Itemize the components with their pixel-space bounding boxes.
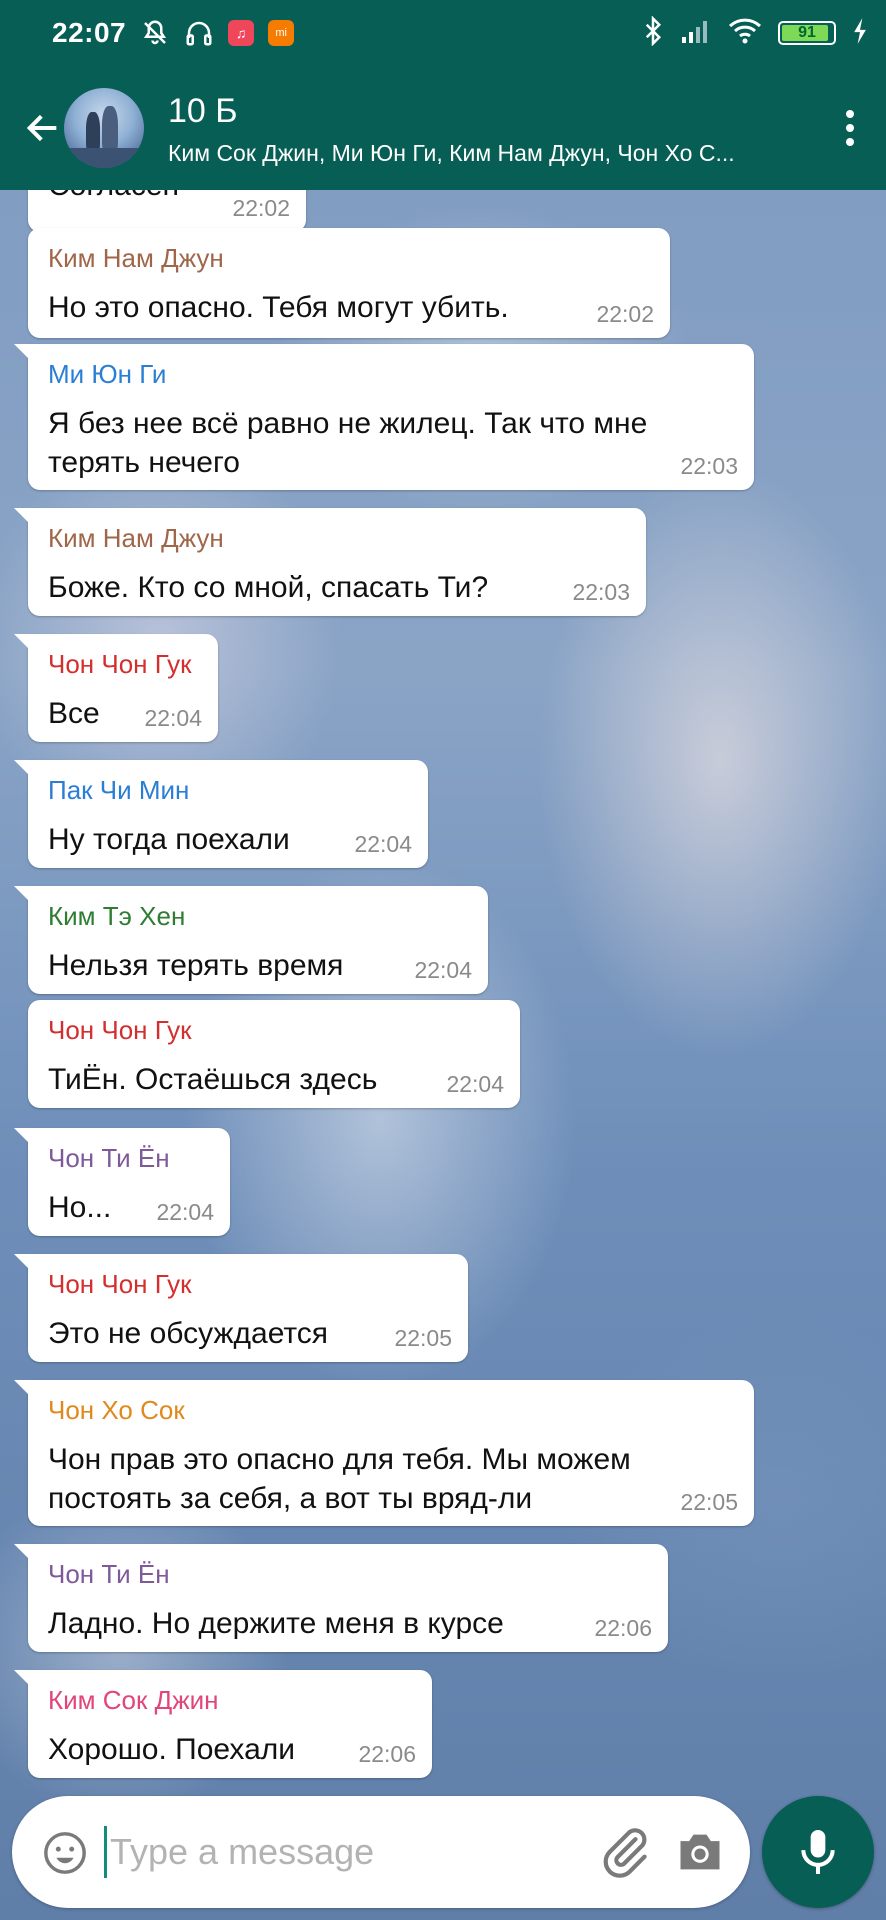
message-bubble[interactable]: Чон Чон Гук ТиЁн. Остаёшься здесь 22:04 — [28, 1000, 520, 1108]
message-bubble[interactable]: Ким Тэ Хен Нельзя терять время 22:04 — [14, 886, 488, 994]
group-avatar[interactable] — [64, 88, 144, 168]
headphones-icon — [184, 18, 214, 48]
voice-message-button[interactable] — [762, 1796, 874, 1908]
message-time: 22:04 — [446, 1071, 504, 1097]
message-time: 22:04 — [414, 957, 472, 983]
chat-members-list[interactable]: Ким Сок Джин, Ми Юн Ги, Ким Нам Джун, Чо… — [168, 140, 768, 167]
message-text: Ладно. Но держите меня в курсе — [48, 1607, 504, 1640]
message-sender: Чон Чон Гук — [48, 649, 192, 679]
message-sender: Пак Чи Мин — [48, 775, 190, 805]
message-sender: Чон Ти Ён — [48, 1559, 170, 1589]
message-bubble[interactable]: Чон Хо Сок Чон прав это опасно для тебя.… — [14, 1380, 754, 1526]
message-text: Хорошо. Поехали — [48, 1733, 296, 1766]
message-time: 22:05 — [680, 1489, 738, 1515]
message-text: Но это опасно. Тебя могут убить. — [48, 291, 509, 324]
message-sender: Ми Юн Ги — [48, 359, 167, 389]
message-list[interactable]: Согласен 22:02 Ким Нам Джун Но это опасн… — [0, 190, 886, 1790]
dot-icon — [846, 110, 854, 118]
chat-title[interactable]: 10 Б — [168, 92, 238, 131]
message-sender: Ким Сок Джин — [48, 1685, 219, 1715]
dot-icon — [846, 124, 854, 132]
message-time: 22:06 — [594, 1615, 652, 1641]
message-text: Я без нее всё равно не жилец. Так что мн… — [48, 407, 656, 479]
charging-icon — [852, 17, 868, 50]
camera-icon — [680, 1834, 720, 1870]
message-bubble[interactable]: Пак Чи Мин Ну тогда поехали 22:04 — [14, 760, 428, 868]
status-bar: 22:07 ♫ mi 91 — [0, 0, 886, 66]
message-sender: Чон Чон Гук — [48, 1269, 192, 1299]
message-sender: Чон Ти Ён — [48, 1143, 170, 1173]
message-time: 22:02 — [232, 195, 290, 221]
message-sender: Чон Чон Гук — [48, 1015, 192, 1045]
emoji-button[interactable] — [42, 1830, 88, 1876]
message-text: Чон прав это опасно для тебя. Мы можем п… — [48, 1443, 640, 1515]
message-time: 22:03 — [572, 579, 630, 605]
battery-icon: 91 — [778, 21, 836, 45]
attach-button[interactable] — [597, 1824, 653, 1880]
message-time: 22:06 — [358, 1741, 416, 1767]
text-cursor — [104, 1826, 107, 1878]
signal-icon — [680, 17, 712, 50]
message-time: 22:02 — [596, 301, 654, 327]
message-sender: Чон Хо Сок — [48, 1395, 185, 1425]
message-time: 22:04 — [354, 831, 412, 857]
message-time: 22:05 — [394, 1325, 452, 1351]
camera-button[interactable] — [674, 1826, 726, 1878]
mute-icon — [140, 18, 170, 48]
message-text: Боже. Кто со мной, спасать Ти? — [48, 571, 489, 604]
message-bubble[interactable]: Ми Юн Ги Я без нее всё равно не жилец. Т… — [14, 344, 754, 490]
dot-icon — [846, 138, 854, 146]
music-app-icon: ♫ — [228, 20, 255, 46]
message-bubble[interactable]: Чон Ти Ён Но... 22:04 — [14, 1128, 230, 1236]
message-text: Нельзя терять время — [48, 949, 344, 982]
message-text: ТиЁн. Остаёшься здесь — [48, 1063, 378, 1096]
status-time: 22:07 — [52, 17, 127, 48]
message-bubble[interactable]: Ким Нам Джун Боже. Кто со мной, спасать … — [14, 508, 646, 616]
message-text: Это не обсуждается — [48, 1317, 329, 1350]
bluetooth-icon — [642, 14, 664, 51]
message-input[interactable] — [110, 1826, 580, 1878]
message-bubble[interactable]: Чон Чон Гук Это не обсуждается 22:05 — [14, 1254, 468, 1362]
microphone-icon — [801, 1830, 835, 1874]
mi-app-icon: mi — [268, 20, 295, 46]
message-time: 22:04 — [156, 1199, 214, 1225]
emoji-icon — [44, 1832, 86, 1874]
message-bubble[interactable]: Ким Сок Джин Хорошо. Поехали 22:06 — [14, 1670, 432, 1778]
message-bubble[interactable]: Согласен 22:02 — [28, 190, 306, 232]
message-bubble[interactable]: Чон Чон Гук Все 22:04 — [14, 634, 218, 742]
message-compose-bar — [12, 1796, 750, 1908]
message-bubble[interactable]: Ким Нам Джун Но это опасно. Тебя могут у… — [28, 228, 670, 338]
message-sender: Ким Нам Джун — [48, 523, 224, 553]
message-time: 22:04 — [144, 705, 202, 731]
battery-level-text: 91 — [798, 24, 816, 41]
message-sender: Ким Тэ Хен — [48, 901, 186, 931]
back-arrow-icon — [26, 114, 57, 142]
paperclip-icon — [603, 1828, 647, 1878]
more-options-button[interactable] — [830, 98, 870, 158]
chat-header: 10 Б Ким Сок Джин, Ми Юн Ги, Ким Нам Джу… — [0, 66, 886, 190]
back-button[interactable] — [16, 96, 70, 160]
message-sender: Ким Нам Джун — [48, 243, 224, 273]
message-time: 22:03 — [680, 453, 738, 479]
wifi-icon — [728, 17, 762, 50]
message-bubble[interactable]: Чон Ти Ён Ладно. Но держите меня в курсе… — [14, 1544, 668, 1652]
